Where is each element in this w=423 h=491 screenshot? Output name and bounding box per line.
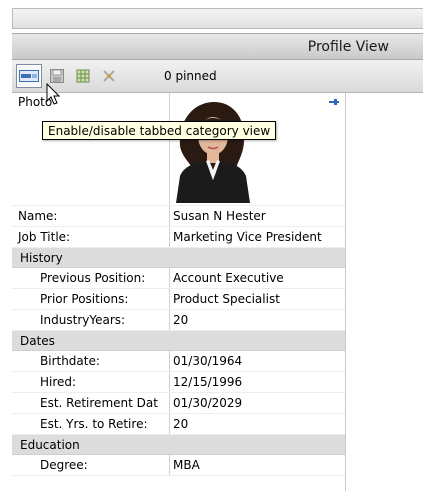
property-grid: Photo Name: Susan N Hester Job Title: Ma… <box>12 93 346 491</box>
profile-photo <box>170 98 256 203</box>
previous-position-value: Account Executive <box>173 271 284 285</box>
years-to-retire-label: Est. Yrs. to Retire: <box>12 414 170 434</box>
top-bar <box>12 8 423 29</box>
tooltip: Enable/disable tabbed category view <box>42 121 277 140</box>
panel-header: Profile View <box>12 33 423 60</box>
years-to-retire-value: 20 <box>173 417 189 431</box>
grid-row-birthdate[interactable]: Birthdate: 01/30/1964 <box>12 351 345 372</box>
birthdate-label: Birthdate: <box>12 351 170 371</box>
grid-row-previous-position[interactable]: Previous Position: Account Executive <box>12 268 345 289</box>
toolbar: 0 pinned <box>12 60 423 93</box>
industry-years-label: IndustryYears: <box>12 310 170 330</box>
industry-years-value: 20 <box>173 313 189 327</box>
panel-title: Profile View <box>307 39 389 55</box>
photo-label: Photo <box>12 93 170 205</box>
grid-row-years-to-retire[interactable]: Est. Yrs. to Retire: 20 <box>12 414 345 435</box>
pinned-count: 0 pinned <box>164 69 217 83</box>
grid-row-name[interactable]: Name: Susan N Hester <box>12 206 345 227</box>
save-icon <box>50 69 64 83</box>
job-title-label: Job Title: <box>12 227 170 247</box>
pin-icon[interactable] <box>329 98 339 106</box>
category-education[interactable]: Education <box>12 435 345 455</box>
grid-row-job-title[interactable]: Job Title: Marketing Vice President <box>12 227 345 248</box>
prior-positions-value: Product Specialist <box>173 292 280 306</box>
hired-label: Hired: <box>12 372 170 392</box>
grid-row-degree[interactable]: Degree: MBA <box>12 455 345 476</box>
grid-row-hired[interactable]: Hired: 12/15/1996 <box>12 372 345 393</box>
grid-icon <box>76 69 90 83</box>
category-dates[interactable]: Dates <box>12 331 345 351</box>
previous-position-label: Previous Position: <box>12 268 170 288</box>
grid-button[interactable] <box>70 64 96 88</box>
photo-row: Photo <box>12 93 345 206</box>
tabbed-category-button[interactable] <box>16 64 42 88</box>
job-title-value: Marketing Vice President <box>173 230 322 244</box>
grid-row-retirement-date[interactable]: Est. Retirement Dat 01/30/2029 <box>12 393 345 414</box>
hired-value: 12/15/1996 <box>173 375 243 389</box>
name-label: Name: <box>12 206 170 226</box>
tabbed-category-icon <box>19 70 39 82</box>
clear-button[interactable] <box>96 64 122 88</box>
birthdate-value: 01/30/1964 <box>173 354 243 368</box>
grid-row-industry-years[interactable]: IndustryYears: 20 <box>12 310 345 331</box>
prior-positions-label: Prior Positions: <box>12 289 170 309</box>
retirement-date-label: Est. Retirement Dat <box>12 393 170 413</box>
category-history[interactable]: History <box>12 248 345 268</box>
name-value: Susan N Hester <box>173 209 266 223</box>
mouse-cursor-icon <box>46 83 61 105</box>
degree-value: MBA <box>173 458 200 472</box>
retirement-date-value: 01/30/2029 <box>173 396 243 410</box>
clear-icon <box>103 70 115 82</box>
grid-row-prior-positions[interactable]: Prior Positions: Product Specialist <box>12 289 345 310</box>
photo-cell <box>170 93 345 205</box>
degree-label: Degree: <box>12 455 170 475</box>
